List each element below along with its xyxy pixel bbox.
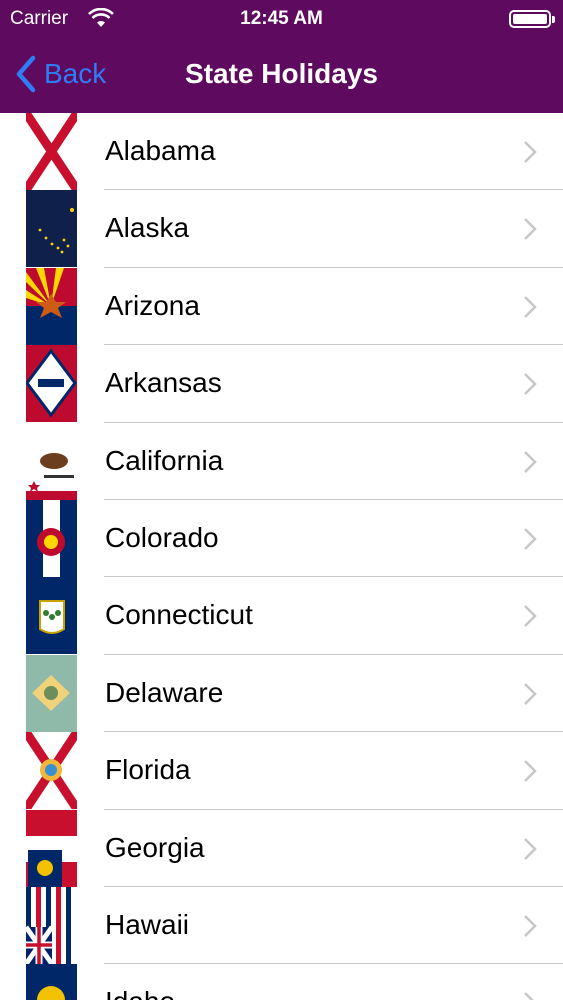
idaho-flag-icon bbox=[26, 964, 77, 1000]
list-item-alabama[interactable]: Alabama bbox=[0, 113, 563, 191]
california-flag-icon bbox=[26, 422, 77, 500]
states-list[interactable]: Alabama Alaska Arizona Arkansas Californ… bbox=[0, 113, 563, 1000]
state-name: Georgia bbox=[105, 831, 205, 863]
list-item-arkansas[interactable]: Arkansas bbox=[0, 345, 563, 423]
state-name: Arizona bbox=[105, 289, 200, 321]
navigation-bar: Back State Holidays bbox=[0, 38, 563, 113]
chevron-right-icon bbox=[524, 760, 537, 783]
colorado-flag-icon bbox=[26, 499, 77, 577]
georgia-flag-icon bbox=[26, 809, 77, 887]
list-item-alaska[interactable]: Alaska bbox=[0, 190, 563, 268]
page-title: State Holidays bbox=[185, 58, 378, 89]
state-name: Alaska bbox=[105, 212, 190, 244]
chevron-right-icon bbox=[524, 218, 537, 241]
alaska-flag-icon bbox=[26, 190, 77, 268]
list-item-delaware[interactable]: Delaware bbox=[0, 654, 563, 733]
list-item-california[interactable]: California bbox=[0, 422, 563, 500]
state-name: Hawaii bbox=[105, 908, 190, 940]
status-bar: Carrier 12:45 AM bbox=[0, 0, 563, 38]
chevron-right-icon bbox=[524, 528, 537, 550]
chevron-right-icon bbox=[524, 915, 537, 937]
list-item-florida[interactable]: Florida bbox=[0, 732, 563, 810]
chevron-right-icon bbox=[524, 141, 537, 163]
chevron-right-icon bbox=[524, 837, 537, 860]
list-item-idaho[interactable]: Idaho bbox=[0, 964, 563, 1000]
chevron-right-icon bbox=[524, 605, 537, 628]
hawaii-flag-icon bbox=[26, 886, 77, 964]
state-name: Arkansas bbox=[105, 367, 222, 399]
state-name: Idaho bbox=[105, 986, 175, 1000]
chevron-right-icon bbox=[524, 682, 537, 705]
state-name: Alabama bbox=[105, 135, 216, 166]
state-name: Connecticut bbox=[105, 599, 253, 631]
list-item-arizona[interactable]: Arizona bbox=[0, 267, 563, 346]
list-item-georgia[interactable]: Georgia bbox=[0, 809, 563, 887]
state-name: Florida bbox=[105, 754, 191, 786]
state-name: California bbox=[105, 444, 224, 476]
connecticut-flag-icon bbox=[26, 577, 77, 655]
list-item-hawaii[interactable]: Hawaii bbox=[0, 886, 563, 965]
list-item-colorado[interactable]: Colorado bbox=[0, 499, 563, 578]
arizona-flag-icon bbox=[26, 267, 77, 345]
florida-flag-icon bbox=[26, 732, 77, 810]
chevron-right-icon bbox=[524, 295, 537, 318]
state-name: Colorado bbox=[105, 521, 219, 553]
chevron-right-icon bbox=[524, 450, 537, 473]
list-item-connecticut[interactable]: Connecticut bbox=[0, 577, 563, 655]
arkansas-flag-icon bbox=[26, 345, 77, 423]
state-name: Delaware bbox=[105, 676, 224, 708]
chevron-right-icon bbox=[524, 992, 534, 1000]
chevron-right-icon bbox=[524, 373, 537, 396]
delaware-flag-icon bbox=[26, 654, 77, 732]
clock: 12:45 AM bbox=[240, 8, 323, 29]
battery-icon bbox=[509, 10, 555, 28]
alabama-flag-icon bbox=[26, 113, 77, 190]
